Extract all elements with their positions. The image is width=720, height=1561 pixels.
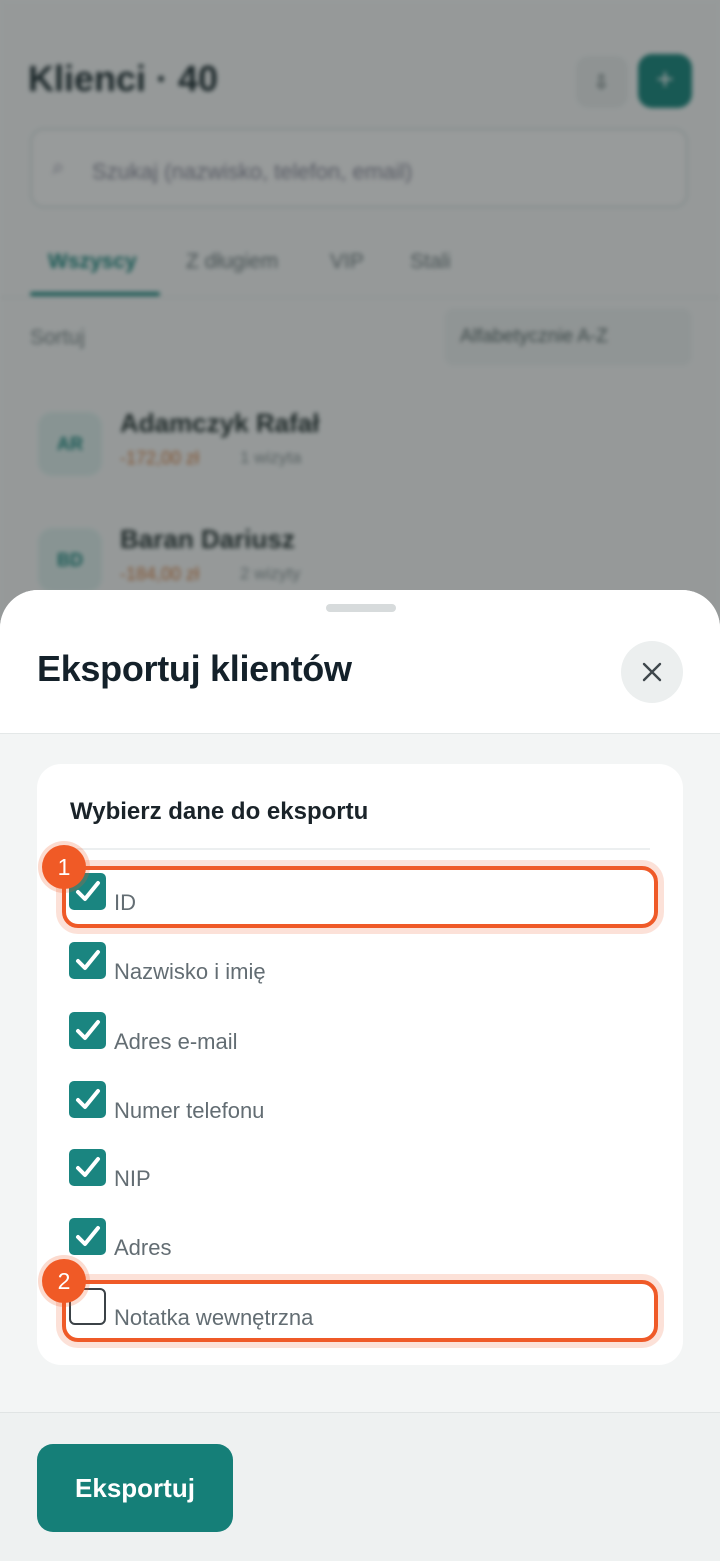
checkbox-checked[interactable] (69, 1081, 106, 1118)
sheet-footer: Eksportuj (0, 1412, 720, 1561)
checkbox-checked[interactable] (69, 942, 106, 979)
step-marker-2: 2 (42, 1259, 86, 1303)
option-email[interactable]: Adres e-mail (69, 1012, 649, 1058)
check-icon (76, 1089, 100, 1109)
check-icon (76, 1020, 100, 1040)
option-label: Adres e-mail (114, 1029, 238, 1054)
highlight-frame (62, 1280, 658, 1342)
checkbox-checked[interactable] (69, 1012, 106, 1049)
export-button[interactable]: Eksportuj (37, 1444, 233, 1532)
option-nip[interactable]: NIP (69, 1149, 649, 1195)
section-title: Wybierz dane do eksportu (70, 798, 369, 825)
option-phone[interactable]: Numer telefonu (69, 1081, 649, 1127)
check-icon (76, 950, 100, 970)
step-marker-1: 1 (42, 845, 86, 889)
option-name[interactable]: Nazwisko i imię (69, 942, 649, 988)
check-icon (76, 1226, 100, 1246)
option-label: Numer telefonu (114, 1098, 265, 1123)
export-bottom-sheet: Eksportuj klientów Wybierz dane do ekspo… (0, 590, 720, 1561)
option-label: NIP (114, 1166, 151, 1191)
sheet-header: Eksportuj klientów (0, 590, 720, 734)
sheet-title: Eksportuj klientów (37, 648, 352, 689)
export-options-card: Wybierz dane do eksportu ID Nazwisko i i… (37, 764, 683, 1365)
drag-handle[interactable] (326, 604, 396, 612)
highlight-frame (62, 866, 658, 928)
option-label: Nazwisko i imię (114, 959, 266, 984)
option-address[interactable]: Adres (69, 1218, 649, 1264)
divider (70, 848, 650, 850)
checkbox-checked[interactable] (69, 1149, 106, 1186)
checkbox-checked[interactable] (69, 1218, 106, 1255)
close-button[interactable] (621, 641, 683, 703)
check-icon (76, 1157, 100, 1177)
option-label: Adres (114, 1235, 172, 1260)
close-icon (642, 662, 662, 682)
